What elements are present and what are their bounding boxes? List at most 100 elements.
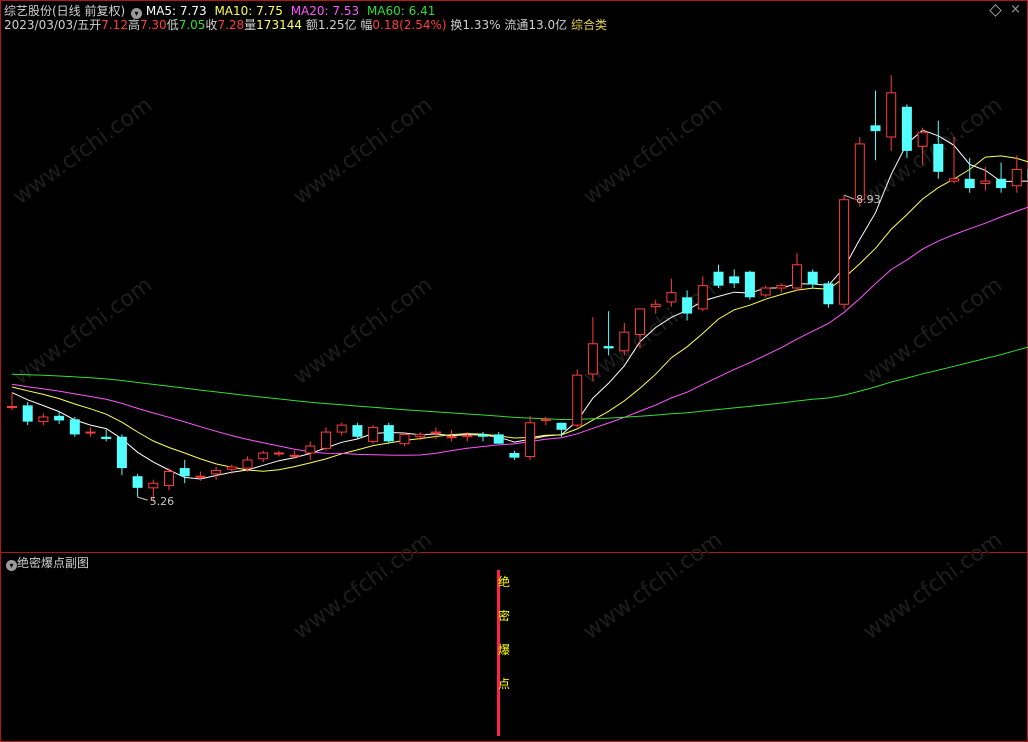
candle <box>101 429 112 442</box>
candle-body <box>101 436 112 440</box>
candle-body <box>666 292 677 303</box>
candle <box>870 90 881 161</box>
candle <box>807 269 818 288</box>
candle <box>164 468 174 491</box>
annotation-leader <box>137 496 148 501</box>
candle-body <box>321 431 331 449</box>
candle-body <box>226 466 237 470</box>
watermark-text: www.cfchi.com <box>9 93 157 210</box>
candle <box>493 432 504 444</box>
watermark-text: www.cfchi.com <box>579 528 727 645</box>
candle-body <box>886 92 897 138</box>
candle <box>383 422 394 444</box>
candle-body <box>792 264 802 289</box>
candle-body <box>964 178 975 189</box>
candle-body <box>54 415 65 421</box>
candle-body <box>242 459 253 469</box>
candle-body <box>980 180 991 184</box>
candle <box>399 432 410 447</box>
signal-layer: 绝密爆点 <box>497 570 510 736</box>
candle <box>69 416 80 437</box>
candle-body <box>446 436 457 439</box>
candle-body <box>478 434 488 437</box>
candle <box>619 322 630 356</box>
candle-body <box>336 424 347 433</box>
candle-body <box>69 419 80 435</box>
candle-body <box>587 343 598 375</box>
candle-body <box>776 285 787 289</box>
candle <box>7 392 17 410</box>
candle <box>666 278 677 307</box>
candle <box>729 269 740 288</box>
candle-body <box>949 178 959 182</box>
candle-body <box>211 469 222 475</box>
candle <box>776 283 787 293</box>
candle-body <box>729 276 740 284</box>
candle-body <box>540 418 551 421</box>
candle <box>273 450 284 457</box>
candle-body <box>22 405 33 422</box>
candle-body <box>132 476 143 488</box>
candle <box>996 162 1007 193</box>
watermark-text: www.cfchi.com <box>289 273 437 390</box>
candle-body <box>635 308 645 335</box>
candle-body <box>116 436 127 469</box>
candle-body <box>713 271 724 286</box>
candle <box>792 253 802 291</box>
candle-body <box>415 433 426 438</box>
signal-char: 爆 <box>498 643 510 657</box>
candle <box>839 195 850 309</box>
candle-body <box>650 303 661 308</box>
candle-body <box>148 482 159 489</box>
candle-body <box>509 452 520 458</box>
candle <box>572 369 583 428</box>
watermark-text: www.cfchi.com <box>859 273 1007 390</box>
high-annotation: 8.93 <box>856 193 881 206</box>
candle-body <box>556 422 567 430</box>
candle <box>305 441 316 460</box>
candle-body <box>430 431 441 434</box>
candle-body <box>368 426 379 442</box>
candle-body <box>525 422 536 457</box>
candle <box>980 167 991 191</box>
low-annotation: 5.26 <box>150 495 175 508</box>
candle-body <box>933 143 944 172</box>
candle-body <box>493 434 504 444</box>
candle-body <box>996 178 1007 189</box>
candle <box>132 473 143 498</box>
watermark-text: www.cfchi.com <box>579 93 727 210</box>
candle <box>760 285 771 298</box>
candle <box>289 450 300 459</box>
ma20-line <box>11 206 1028 456</box>
candle <box>964 157 975 193</box>
candle <box>478 432 488 442</box>
candle-body <box>273 452 284 455</box>
candle <box>179 459 190 484</box>
candle-body <box>85 431 96 434</box>
candle-body <box>38 416 49 423</box>
candle <box>744 270 755 300</box>
candle-body <box>462 435 473 438</box>
candle <box>587 317 598 381</box>
candle <box>38 413 49 426</box>
signal-char: 密 <box>498 608 510 623</box>
candle-body <box>854 143 865 201</box>
watermark-text: www.cfchi.com <box>859 93 1007 210</box>
candle <box>886 75 897 151</box>
watermark-text: www.cfchi.com <box>9 273 157 390</box>
candle <box>85 427 96 437</box>
candle <box>713 264 724 288</box>
candlestick-chart[interactable]: www.cfchi.com www.cfchi.com www.cfchi.com w… <box>0 0 1028 742</box>
candle-body <box>744 271 755 298</box>
candle-body <box>917 131 928 147</box>
candle <box>258 450 269 463</box>
candle-body <box>901 106 912 151</box>
candle-body <box>603 346 614 349</box>
candle <box>211 466 222 480</box>
candle-body <box>1011 168 1022 187</box>
candle <box>901 104 912 158</box>
candle-body <box>179 468 190 477</box>
candle-body <box>807 271 818 285</box>
candle-body <box>682 297 693 314</box>
candle <box>823 281 834 308</box>
